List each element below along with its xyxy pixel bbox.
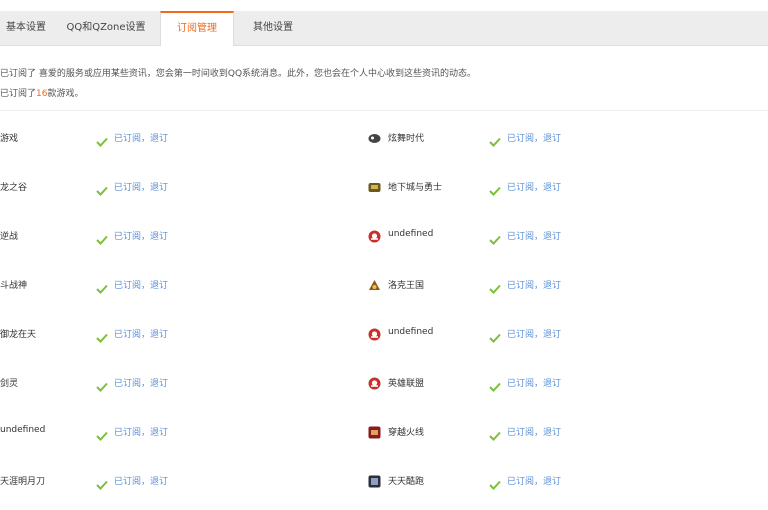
- notice-prefix: 已订阅了: [0, 89, 37, 99]
- game-name: undefined: [388, 327, 434, 337]
- game-name: 洛克王国: [388, 281, 425, 291]
- check-icon: [489, 230, 501, 245]
- check-icon: [489, 475, 501, 490]
- unsubscribe-link[interactable]: 已订阅，退订: [507, 180, 561, 193]
- game-name: 穿越火线: [388, 428, 425, 438]
- notice-suffix: 款游戏。: [47, 89, 84, 99]
- subscription-row: 天天酷跑 已订阅，退订: [368, 471, 668, 491]
- game-name: 御龙在天: [0, 330, 37, 340]
- subscription-row: 英雄联盟 已订阅，退订: [368, 373, 668, 393]
- tab-subscription-management[interactable]: 订阅管理: [160, 11, 234, 46]
- game-name: 斗战神: [0, 281, 28, 291]
- notice-line-1: 已订阅了 喜爱的服务或应用某些资讯，您会第一时间收到QQ系统消息。此外，您也会在…: [0, 69, 477, 79]
- subscription-row: 地下城与勇士 已订阅，退订: [368, 177, 668, 197]
- subscription-row: 剑灵 已订阅，退订: [0, 373, 300, 393]
- tab-basic-settings[interactable]: 基本设置: [0, 11, 52, 45]
- check-icon: [489, 279, 501, 294]
- subscription-row: 龙之谷 已订阅，退订: [0, 177, 300, 197]
- game-name: 天涯明月刀: [0, 477, 46, 487]
- unsubscribe-link[interactable]: 已订阅，退订: [114, 278, 168, 291]
- check-icon: [96, 426, 108, 441]
- divider: [0, 110, 768, 111]
- check-icon: [489, 426, 501, 441]
- subscription-row: 逆战 已订阅，退订: [0, 226, 300, 246]
- subscription-row: 游戏 已订阅，退订: [0, 128, 300, 148]
- unsubscribe-link[interactable]: 已订阅，退订: [114, 229, 168, 242]
- tab-bar: 基本设置 QQ和QZone设置 订阅管理 其他设置: [0, 11, 768, 46]
- subscription-count: 16: [36, 89, 48, 99]
- game-name: 地下城与勇士: [388, 183, 443, 193]
- check-icon: [489, 181, 501, 196]
- game-icon-1: [368, 130, 381, 143]
- subscription-row: 斗战神 已订阅，退订: [0, 275, 300, 295]
- unsubscribe-link[interactable]: 已订阅，退订: [114, 376, 168, 389]
- unsubscribe-link[interactable]: 已订阅，退订: [507, 229, 561, 242]
- subscription-row: undefined 已订阅，退订: [0, 422, 300, 442]
- unsubscribe-link[interactable]: 已订阅，退订: [114, 474, 168, 487]
- check-icon: [489, 377, 501, 392]
- game-name: 剑灵: [0, 379, 19, 389]
- check-icon: [489, 132, 501, 147]
- red-circle-icon: [368, 228, 381, 243]
- subscription-row: 穿越火线 已订阅，退订: [368, 422, 668, 442]
- game-icon-5: [368, 473, 381, 488]
- unsubscribe-link[interactable]: 已订阅，退订: [114, 425, 168, 438]
- check-icon: [96, 230, 108, 245]
- game-name: 天天酷跑: [388, 477, 425, 487]
- subscription-row: 炫舞时代 已订阅，退订: [368, 128, 668, 148]
- unsubscribe-link[interactable]: 已订阅，退订: [507, 425, 561, 438]
- game-name: 游戏: [0, 134, 19, 144]
- game-name: 龙之谷: [0, 183, 28, 193]
- unsubscribe-link[interactable]: 已订阅，退订: [507, 131, 561, 144]
- check-icon: [96, 377, 108, 392]
- unsubscribe-link[interactable]: 已订阅，退订: [114, 131, 168, 144]
- game-icon-3: [368, 277, 381, 290]
- check-icon: [96, 475, 108, 490]
- check-icon: [96, 328, 108, 343]
- red-circle-icon: [368, 326, 381, 341]
- check-icon: [96, 279, 108, 294]
- subscription-row: undefined 已订阅，退订: [368, 226, 668, 246]
- subscription-row: 御龙在天 已订阅，退订: [0, 324, 300, 344]
- subscription-row: 洛克王国 已订阅，退订: [368, 275, 668, 295]
- check-icon: [96, 181, 108, 196]
- game-name: 炫舞时代: [388, 134, 425, 144]
- game-icon-2: [368, 179, 381, 192]
- subscription-row: 天涯明月刀 已订阅，退订: [0, 471, 300, 491]
- unsubscribe-link[interactable]: 已订阅，退订: [114, 180, 168, 193]
- unsubscribe-link[interactable]: 已订阅，退订: [507, 278, 561, 291]
- tab-other-settings[interactable]: 其他设置: [233, 11, 313, 45]
- check-icon: [96, 132, 108, 147]
- notice-line-2: 已订阅了16款游戏。: [0, 86, 83, 99]
- game-name: 逆战: [0, 232, 19, 242]
- red-circle-icon: [368, 375, 381, 390]
- game-icon-4: [368, 424, 381, 439]
- check-icon: [489, 328, 501, 343]
- unsubscribe-link[interactable]: 已订阅，退订: [507, 327, 561, 340]
- game-name: undefined: [388, 229, 434, 239]
- game-name: undefined: [0, 425, 46, 435]
- unsubscribe-link[interactable]: 已订阅，退订: [114, 327, 168, 340]
- tab-qq-qzone-settings[interactable]: QQ和QZone设置: [52, 11, 160, 45]
- unsubscribe-link[interactable]: 已订阅，退订: [507, 376, 561, 389]
- subscription-row: undefined 已订阅，退订: [368, 324, 668, 344]
- unsubscribe-link[interactable]: 已订阅，退订: [507, 474, 561, 487]
- game-name: 英雄联盟: [388, 379, 425, 389]
